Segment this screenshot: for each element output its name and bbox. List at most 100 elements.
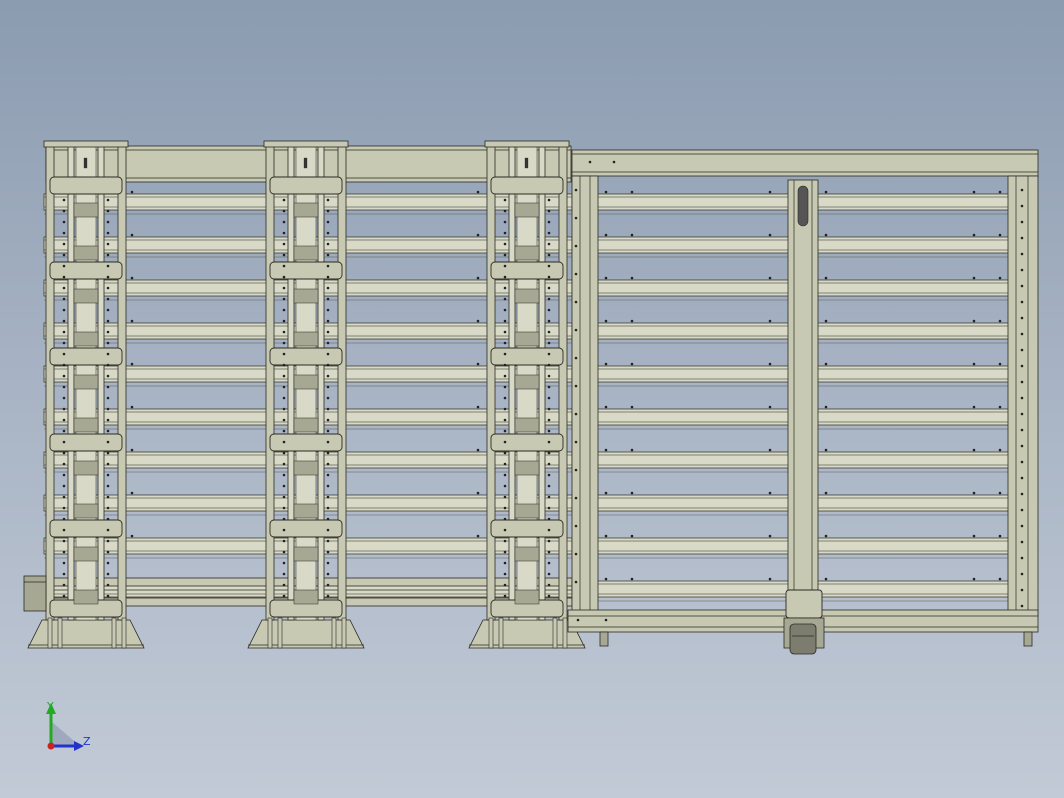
rail-bolt <box>476 448 480 452</box>
column-bolt <box>282 484 286 488</box>
column-bolt <box>106 308 110 312</box>
column-bolt <box>282 297 286 301</box>
cad-viewport[interactable]: Y Z <box>0 0 1064 798</box>
column-bolt <box>503 352 507 356</box>
shelf-bolt <box>630 448 634 452</box>
column-cross-pad <box>269 519 343 538</box>
column-bolt <box>503 539 507 543</box>
column-window <box>293 589 319 605</box>
column-inner-upright <box>97 142 105 621</box>
shelf-bolt <box>824 491 828 495</box>
column-bolt <box>326 209 330 213</box>
column-window <box>293 417 319 433</box>
column-bolt <box>503 407 507 411</box>
column-cap <box>43 140 129 148</box>
axis-triad: Y Z <box>46 700 91 751</box>
column-window <box>73 417 99 433</box>
column-bolt <box>326 231 330 235</box>
column-bolt <box>547 253 551 257</box>
column-bolt <box>326 462 330 466</box>
column-cross-pad <box>269 176 343 195</box>
frame-bolt <box>1020 316 1024 320</box>
shelf-bolt <box>604 577 608 581</box>
column-bolt <box>326 429 330 433</box>
column-bolt <box>282 231 286 235</box>
column-bolt <box>62 572 66 576</box>
column-bolt <box>282 396 286 400</box>
column-bolt <box>503 297 507 301</box>
column-bolt <box>62 275 66 279</box>
column-window <box>73 374 99 390</box>
column-bolt <box>106 451 110 455</box>
column-bolt <box>547 495 551 499</box>
column-bolt <box>503 220 507 224</box>
column-leg <box>47 617 53 649</box>
shelf-bolt <box>972 190 976 194</box>
column-bolt <box>62 407 66 411</box>
column-bolt <box>282 495 286 499</box>
column-bolt <box>106 517 110 521</box>
shelf-bolt <box>972 319 976 323</box>
frame-bolt <box>574 580 578 584</box>
shelf-bolt <box>998 233 1002 237</box>
column-bolt <box>62 209 66 213</box>
column-bolt <box>326 253 330 257</box>
column-bolt <box>106 462 110 466</box>
column-bolt <box>62 517 66 521</box>
rack-column <box>27 140 145 649</box>
column-top-slot <box>524 157 529 169</box>
column-bolt <box>547 418 551 422</box>
column-window <box>293 202 319 218</box>
column-bolt <box>326 561 330 565</box>
column-bolt <box>282 407 286 411</box>
frame-bolt <box>1020 524 1024 528</box>
rail-bolt <box>130 491 134 495</box>
transfer-gantry <box>567 149 1039 655</box>
gantry-right-frame <box>1007 175 1039 617</box>
lift-mast <box>787 179 819 611</box>
column-window <box>514 503 540 519</box>
column-bolt <box>62 506 66 510</box>
column-bolt <box>503 495 507 499</box>
column-foot <box>247 619 365 649</box>
column-bolt <box>326 385 330 389</box>
column-bolt <box>282 506 286 510</box>
shelf-bolt <box>768 233 772 237</box>
frame-bolt <box>1020 396 1024 400</box>
column-bolt <box>106 495 110 499</box>
assembly-drawing[interactable]: Y Z <box>0 0 1064 798</box>
frame-bolt <box>1020 204 1024 208</box>
column-bolt <box>106 242 110 246</box>
shelf-bolt <box>998 319 1002 323</box>
shelf-bolt <box>768 448 772 452</box>
column-bolt <box>282 308 286 312</box>
column-bolt <box>326 396 330 400</box>
frame-bolt <box>1020 508 1024 512</box>
shelf-bolt <box>630 534 634 538</box>
shelf-bolt <box>630 491 634 495</box>
shelf-bolt <box>998 362 1002 366</box>
frame-bolt <box>1020 556 1024 560</box>
column-leg <box>267 617 273 649</box>
rail-bolt <box>476 405 480 409</box>
column-bolt <box>62 451 66 455</box>
shelf-bolt <box>972 534 976 538</box>
column-cross-pad <box>269 433 343 452</box>
column-bolt <box>282 594 286 598</box>
shelf-bolt <box>630 362 634 366</box>
column-bolt <box>282 462 286 466</box>
column-bolt <box>282 561 286 565</box>
column-top-slot <box>83 157 88 169</box>
column-leg <box>57 617 63 649</box>
column-bolt <box>503 319 507 323</box>
column-bolt <box>547 440 551 444</box>
column-bolt <box>62 484 66 488</box>
column-bolt <box>62 231 66 235</box>
column-cross-pad <box>49 433 123 452</box>
column-bolt <box>547 264 551 268</box>
frame-bolt <box>574 244 578 248</box>
column-bolt <box>282 330 286 334</box>
shelf-bolt <box>972 276 976 280</box>
shelf-bolt <box>972 577 976 581</box>
shelf-bolt <box>824 319 828 323</box>
